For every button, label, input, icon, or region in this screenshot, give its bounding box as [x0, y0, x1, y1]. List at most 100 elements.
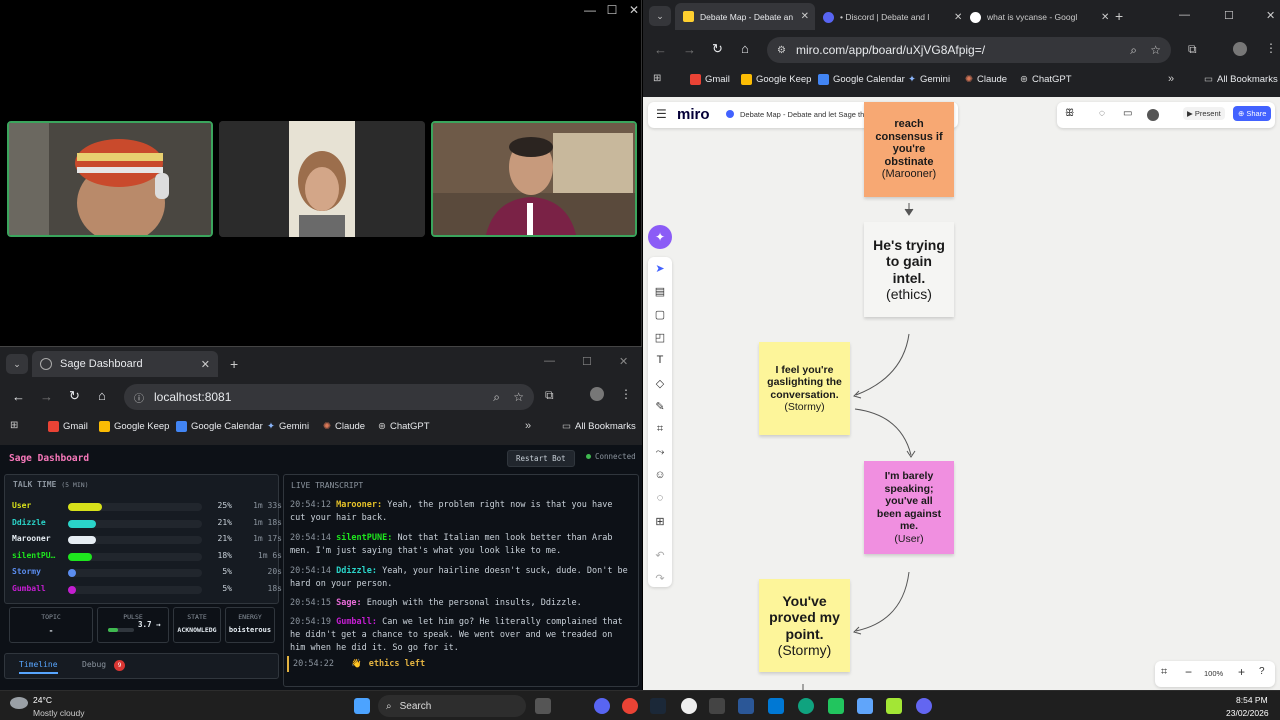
- close-icon[interactable]: ✕: [619, 355, 628, 368]
- menu-icon[interactable]: ⋮: [1265, 41, 1277, 55]
- start-icon[interactable]: [354, 698, 370, 714]
- miro-board[interactable]: ☰ miro Debate Map - Debate and let Sage …: [643, 97, 1280, 690]
- steam-icon[interactable]: [650, 698, 666, 714]
- bookmark-keep[interactable]: Google Keep: [99, 421, 169, 432]
- tab-debug[interactable]: Debug: [82, 660, 106, 669]
- close-icon[interactable]: ✕: [624, 3, 644, 17]
- taskbar-search[interactable]: ⌕ Search: [378, 695, 526, 717]
- maximize-icon[interactable]: ☐: [602, 3, 622, 17]
- shapes-icon[interactable]: ◇: [652, 377, 668, 393]
- apps-icon[interactable]: ⊞: [10, 420, 18, 431]
- vscode-icon[interactable]: [768, 698, 784, 714]
- more-bookmarks-icon[interactable]: »: [1168, 73, 1174, 85]
- tab-search-icon[interactable]: ⌄: [649, 6, 671, 26]
- back-icon[interactable]: ←: [654, 42, 667, 57]
- app-icon[interactable]: [916, 698, 932, 714]
- miro-logo[interactable]: miro: [677, 106, 710, 123]
- discord-icon[interactable]: [594, 698, 610, 714]
- app-icon[interactable]: [681, 698, 697, 714]
- clock-date[interactable]: 23/02/2026: [1226, 708, 1269, 718]
- bookmark-claude[interactable]: ✺ Claude: [323, 421, 365, 432]
- all-bookmarks[interactable]: ▭ All Bookmarks: [1204, 74, 1278, 85]
- sticky-note-icon[interactable]: ◰: [652, 331, 668, 347]
- minimize-icon[interactable]: —: [1179, 9, 1190, 21]
- ai-sparkle-icon[interactable]: ✦: [648, 225, 672, 249]
- sticky-note[interactable]: You've proved my point. (Stormy): [759, 579, 850, 672]
- more-bookmarks-icon[interactable]: »: [525, 420, 531, 432]
- terminal-icon[interactable]: [709, 698, 725, 714]
- notepad-icon[interactable]: [857, 698, 873, 714]
- tab-timeline[interactable]: Timeline: [19, 660, 58, 674]
- star-icon[interactable]: ☆: [513, 390, 524, 404]
- video-tile-participant-3[interactable]: [431, 121, 637, 237]
- all-bookmarks[interactable]: ▭ All Bookmarks: [562, 421, 636, 432]
- reload-icon[interactable]: ↻: [712, 41, 723, 57]
- close-tab-icon[interactable]: ✕: [954, 12, 962, 23]
- hamburger-menu-icon[interactable]: ☰: [656, 107, 667, 121]
- crop-icon[interactable]: ⌗: [652, 423, 668, 439]
- tab-search-icon[interactable]: ⌄: [6, 354, 28, 374]
- sticky-note[interactable]: I'm barely speaking; you've all been aga…: [864, 461, 954, 554]
- tab-google[interactable]: what is vycanse - Googl ✕: [970, 9, 1110, 25]
- bookmark-calendar[interactable]: Google Calendar: [818, 74, 905, 85]
- comment-icon[interactable]: ◌: [652, 492, 668, 508]
- app-icon[interactable]: [828, 698, 844, 714]
- text-icon[interactable]: T: [652, 354, 668, 370]
- task-view-icon[interactable]: [535, 698, 551, 714]
- extensions-icon[interactable]: ⧉: [545, 388, 554, 403]
- bookmark-gmail[interactable]: Gmail: [48, 421, 88, 432]
- star-icon[interactable]: ☆: [1150, 43, 1161, 57]
- back-icon[interactable]: ←: [12, 389, 25, 404]
- video-tile-participant-2[interactable]: [219, 121, 425, 237]
- bookmark-chatgpt[interactable]: ⊛ ChatGPT: [378, 421, 430, 432]
- zoom-out-icon[interactable]: −: [1185, 665, 1192, 679]
- pen-icon[interactable]: ✎: [652, 400, 668, 416]
- address-bar[interactable]: ⓘ localhost:8081 ⌕ ☆: [124, 384, 534, 410]
- maximize-icon[interactable]: ☐: [1224, 9, 1234, 22]
- zoom-icon[interactable]: ⌕: [1130, 43, 1137, 58]
- weather-desc[interactable]: Mostly cloudy: [33, 708, 85, 718]
- apps-icon[interactable]: ⊞: [653, 73, 661, 84]
- fit-icon[interactable]: ⌗: [1161, 666, 1167, 679]
- sticky-note[interactable]: He's trying to gain intel. (ethics): [864, 222, 954, 317]
- sticky-note[interactable]: I feel you're gaslighting the conversati…: [759, 342, 850, 435]
- chatgpt-app-icon[interactable]: [798, 698, 814, 714]
- tab-sage-dashboard[interactable]: Sage Dashboard ✕: [32, 351, 218, 377]
- close-icon[interactable]: ✕: [1266, 9, 1275, 22]
- home-icon[interactable]: ⌂: [741, 41, 749, 56]
- zoom-in-icon[interactable]: +: [1238, 665, 1245, 679]
- new-tab-icon[interactable]: +: [230, 356, 238, 372]
- emoji-icon[interactable]: ☺: [652, 469, 668, 485]
- clock-time[interactable]: 8:54 PM: [1236, 695, 1268, 705]
- chrome-icon[interactable]: [622, 698, 638, 714]
- bookmark-keep[interactable]: Google Keep: [741, 74, 811, 85]
- redo-icon[interactable]: ↷: [652, 572, 668, 588]
- app-icon[interactable]: [886, 698, 902, 714]
- forward-icon[interactable]: →: [40, 389, 53, 404]
- bookmark-gemini[interactable]: ✦ Gemini: [908, 74, 950, 85]
- bookmark-claude[interactable]: ✺ Claude: [965, 74, 1007, 85]
- bookmark-gemini[interactable]: ✦ Gemini: [267, 421, 309, 432]
- user-avatar[interactable]: [1147, 109, 1159, 121]
- zoom-level[interactable]: 100%: [1204, 669, 1223, 678]
- zoom-icon[interactable]: ⌕: [493, 390, 500, 405]
- select-icon[interactable]: ➤: [652, 262, 668, 278]
- menu-icon[interactable]: ⋮: [620, 387, 632, 401]
- present-button[interactable]: ▶ Present: [1183, 107, 1225, 120]
- frame-icon[interactable]: ▢: [652, 308, 668, 324]
- tab-debate-map[interactable]: Debate Map - Debate an ✕: [675, 3, 815, 30]
- bookmark-calendar[interactable]: Google Calendar: [176, 421, 263, 432]
- share-button[interactable]: ⊕ Share: [1233, 106, 1272, 121]
- minimize-icon[interactable]: —: [580, 3, 600, 17]
- help-icon[interactable]: ?: [1259, 666, 1265, 677]
- undo-icon[interactable]: ↶: [652, 549, 668, 565]
- home-icon[interactable]: ⌂: [98, 388, 106, 403]
- weather-temp[interactable]: 24°C: [33, 695, 52, 705]
- close-tab-icon[interactable]: ✕: [1101, 12, 1109, 23]
- close-tab-icon[interactable]: ✕: [201, 358, 210, 371]
- maximize-icon[interactable]: ☐: [582, 355, 592, 368]
- reload-icon[interactable]: ↻: [69, 388, 80, 404]
- restart-bot-button[interactable]: Restart Bot: [507, 450, 575, 467]
- powershell-icon[interactable]: [738, 698, 754, 714]
- address-bar[interactable]: ⚙ miro.com/app/board/uXjVG8Afpig=/ ⌕ ☆: [767, 37, 1171, 63]
